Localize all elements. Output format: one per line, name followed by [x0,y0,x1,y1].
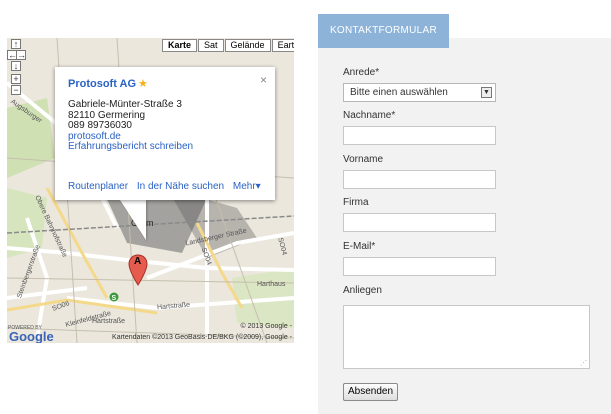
google-map[interactable]: S ↑ ← → ↓ + − Karte Sat Gelände Earth Au… [7,38,294,343]
vorname-input[interactable] [343,170,496,189]
svg-text:S: S [112,295,117,302]
place-phone: 089 89736030 [68,120,132,131]
email-input[interactable] [343,257,496,276]
pan-right-button[interactable]: → [16,50,26,60]
marker-label: A [134,256,142,267]
street-label: Harthaus [257,281,286,288]
place-title[interactable]: Protosoft AG ★ [68,77,148,90]
google-logo[interactable]: Google [9,329,54,343]
info-window-tail [120,200,146,240]
resize-handle-icon[interactable]: ⋰ [580,359,587,367]
contact-form-tab[interactable]: KONTAKTFORMULAR [318,14,449,48]
review-link[interactable]: Erfahrungsbericht schreiben [68,141,193,153]
chevron-down-icon[interactable]: ▼ [481,87,492,98]
map-type-control: Karte Sat Gelände Earth [162,39,294,52]
more-link[interactable]: Mehr▾ [233,181,261,192]
nearby-search-link[interactable]: In der Nähe suchen [137,181,224,192]
map-type-karte[interactable]: Karte [162,39,198,52]
close-icon[interactable]: × [260,73,267,87]
firma-input[interactable] [343,213,496,232]
vorname-label: Vorname [343,154,384,165]
info-window-actions: Routenplaner In der Nähe suchen Mehr▾ [68,181,267,192]
anliegen-label: Anliegen [343,285,382,296]
info-window: × Protosoft AG ★ Gabriele-Münter-Straße 3… [55,67,275,200]
star-icon[interactable]: ★ [138,78,148,90]
zoom-out-button[interactable]: − [11,85,21,95]
email-label: E-Mail* [343,241,376,252]
nachname-input[interactable] [343,126,496,145]
submit-button[interactable]: Absenden [343,383,398,401]
pan-up-button[interactable]: ↑ [11,39,21,49]
anrede-select[interactable]: Bitte einen auswählen ▼ [343,83,496,102]
map-copyright: © 2013 Google - [240,323,292,330]
zoom-in-button[interactable]: + [11,74,21,84]
place-details: Gabriele-Münter-Straße 3 82110 Germering… [68,99,193,153]
firma-label: Firma [343,197,369,208]
map-type-earth[interactable]: Earth [271,39,294,52]
place-name[interactable]: Protosoft AG [68,78,136,90]
place-street: Gabriele-Münter-Straße 3 [68,99,182,110]
map-type-gelaende[interactable]: Gelände [224,39,271,52]
anrede-selected-value: Bitte einen auswählen [350,87,448,98]
pan-down-button[interactable]: ↓ [11,61,21,71]
anliegen-textarea[interactable]: ⋰ [343,305,590,369]
anrede-label: Anrede* [343,67,380,78]
map-data-attribution[interactable]: Kartendaten ©2013 GeoBasis-DE/BKG (©2009… [112,334,292,341]
map-type-sat[interactable]: Sat [198,39,224,52]
route-planner-link[interactable]: Routenplaner [68,181,128,192]
nachname-label: Nachname* [343,110,396,121]
